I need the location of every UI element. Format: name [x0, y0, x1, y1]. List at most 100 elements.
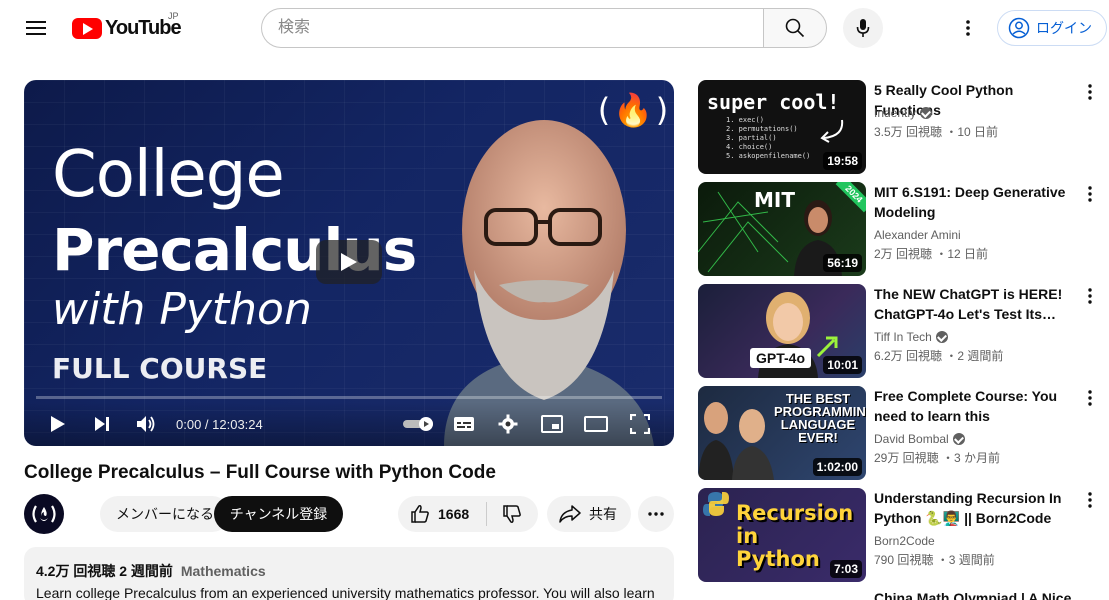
- progress-bar[interactable]: [36, 396, 662, 399]
- arrow-icon: [816, 336, 838, 358]
- next-button[interactable]: [80, 402, 124, 446]
- thumbnail-title-line4: FULL COURSE: [52, 352, 268, 385]
- verified-icon: [935, 331, 948, 343]
- settings-more-button[interactable]: [948, 8, 988, 48]
- login-button[interactable]: ログイン: [997, 10, 1107, 46]
- theater-mode-button[interactable]: [574, 402, 618, 446]
- recommendation-channel[interactable]: Indently: [874, 106, 933, 120]
- horizontal-dots-icon: [648, 512, 664, 516]
- recommendation-item[interactable]: GPT-4o 10:01 The NEW ChatGPT is HERE! Ch…: [698, 284, 1109, 378]
- thumbnail-title-line1: College: [52, 138, 285, 212]
- channel-name: Indently: [874, 106, 917, 120]
- volume-icon: [137, 416, 155, 432]
- search-input[interactable]: [261, 8, 763, 48]
- duration-badge: 7:03: [829, 560, 862, 578]
- recommendation-item[interactable]: MIT 2024 56:19 MIT 6.S191: Deep Generati…: [698, 182, 1109, 276]
- region-code: JP: [168, 11, 179, 21]
- like-button[interactable]: 1668: [398, 496, 486, 532]
- account-icon: [1008, 17, 1030, 39]
- share-icon: [559, 505, 581, 523]
- recommendation-channel[interactable]: Alexander Amini: [874, 228, 961, 242]
- recommendation-channel[interactable]: Born2Code: [874, 534, 935, 548]
- thumbnail-list-item: 3. partial(): [726, 134, 777, 142]
- curved-arrow-icon: [820, 119, 844, 143]
- join-membership-button[interactable]: メンバーになる: [100, 496, 230, 532]
- search-button[interactable]: [763, 8, 827, 48]
- more-actions-button[interactable]: [638, 496, 674, 532]
- large-play-button[interactable]: [316, 240, 382, 284]
- thumbnail-heading: GPT-4o: [750, 348, 812, 368]
- play-icon: [51, 416, 65, 432]
- category-tag[interactable]: Mathematics: [181, 563, 266, 579]
- presenters-image: [698, 402, 774, 480]
- duration-badge: 1:02:00: [812, 458, 862, 476]
- duration-badge: 10:01: [823, 356, 862, 374]
- thumbs-up-icon: [411, 505, 429, 523]
- time-display: 0:00 / 12:03:24: [176, 416, 263, 432]
- player-controls: 0:00 / 12:03:24: [24, 402, 674, 446]
- video-player[interactable]: College Precalculus with Python FULL COU…: [24, 80, 674, 446]
- like-count: 1668: [438, 506, 470, 522]
- video-thumbnail[interactable]: GPT-4o 10:01: [698, 284, 866, 378]
- miniplayer-button[interactable]: [530, 402, 574, 446]
- voice-search-button[interactable]: [843, 8, 883, 48]
- thumbnail-heading: MIT: [754, 188, 795, 212]
- autoplay-toggle[interactable]: [398, 402, 442, 446]
- play-button[interactable]: [36, 402, 80, 446]
- mute-button[interactable]: [124, 402, 168, 446]
- skip-next-icon: [95, 417, 109, 431]
- video-thumbnail[interactable]: MIT 2024 56:19: [698, 182, 866, 276]
- thumbnail-list-item: 5. askopenfilename(): [726, 152, 811, 160]
- subscribe-button[interactable]: チャンネル登録: [214, 496, 343, 532]
- recommendation-menu-button[interactable]: [1078, 386, 1102, 410]
- fullscreen-button[interactable]: [618, 402, 662, 446]
- video-thumbnail[interactable]: super cool! 1. exec() 2. permutations() …: [698, 80, 866, 174]
- description-box[interactable]: 4.2万 回視聴 2 週間前 Mathematics Learn college…: [24, 547, 674, 600]
- recommendation-menu-button[interactable]: [1078, 80, 1102, 104]
- masthead: YouTube JP ログイン: [0, 0, 1109, 56]
- recommendation-item[interactable]: Recursion in Python 7:03 Understanding R…: [698, 488, 1109, 582]
- share-label: 共有: [589, 506, 617, 522]
- recommendation-title[interactable]: MIT 6.S191: Deep Generative Modeling: [874, 182, 1074, 222]
- recommendation-menu-button[interactable]: [1078, 284, 1102, 308]
- youtube-logo[interactable]: YouTube: [72, 16, 182, 40]
- recommendation-title[interactable]: Free Complete Course: You need to learn …: [874, 386, 1074, 426]
- recommendation-title[interactable]: The NEW ChatGPT is HERE! ChatGPT-4o Let'…: [874, 284, 1074, 324]
- recommendation-stats: 6.2万 回視聴 ・2 週間前: [874, 349, 1004, 363]
- view-count: 4.2万 回視聴: [36, 563, 116, 579]
- channel-name: Alexander Amini: [874, 228, 961, 242]
- upload-age: 2 週間前: [119, 563, 173, 579]
- play-icon: [341, 253, 357, 271]
- video-thumbnail[interactable]: THE BEST PROGRAMMING LANGUAGE EVER! 1:02…: [698, 386, 866, 480]
- search-box: [261, 8, 827, 48]
- description-meta: 4.2万 回視聴 2 週間前 Mathematics: [36, 561, 662, 581]
- share-button[interactable]: 共有: [547, 496, 631, 532]
- search-icon: [785, 18, 805, 38]
- video-thumbnail[interactable]: Recursion in Python 7:03: [698, 488, 866, 582]
- thumbnail-heading: THE BEST PROGRAMMING LANGUAGE EVER!: [774, 391, 866, 445]
- thumbnail-list-item: 1. exec(): [726, 116, 764, 124]
- recommendation-channel[interactable]: David Bombal: [874, 432, 965, 446]
- login-label: ログイン: [1036, 20, 1092, 36]
- recommendation-stats: 29万 回視聴 ・3 か月前: [874, 451, 1001, 465]
- thumbnail-list-item: 2. permutations(): [726, 125, 798, 133]
- recommendation-channel[interactable]: Tiff In Tech: [874, 330, 948, 344]
- duration-badge: 56:19: [823, 254, 862, 272]
- channel-avatar[interactable]: [24, 494, 64, 534]
- recommendation-title[interactable]: Understanding Recursion In Python 🐍👨‍🏫 |…: [874, 488, 1074, 528]
- dislike-button[interactable]: [487, 496, 537, 532]
- vertical-dots-icon: [1088, 186, 1092, 202]
- video-title: College Precalculus – Full Course with P…: [24, 462, 496, 483]
- recommendation-menu-button[interactable]: [1078, 488, 1102, 512]
- subtitles-button[interactable]: [442, 402, 486, 446]
- channel-name: David Bombal: [874, 432, 949, 446]
- recommendation-item[interactable]: super cool! 1. exec() 2. permutations() …: [698, 80, 1109, 174]
- fullscreen-icon: [630, 414, 650, 434]
- recommendation-menu-button[interactable]: [1078, 182, 1102, 206]
- description-text: Learn college Precalculus from an experi…: [36, 585, 655, 600]
- python-logo-icon: [703, 492, 729, 516]
- recommendation-item[interactable]: THE BEST PROGRAMMING LANGUAGE EVER! 1:02…: [698, 386, 1109, 480]
- settings-button[interactable]: [486, 402, 530, 446]
- guide-menu-button[interactable]: [16, 8, 56, 48]
- recommendation-title-partial[interactable]: China Math Olympiad | A Nice: [874, 590, 1071, 600]
